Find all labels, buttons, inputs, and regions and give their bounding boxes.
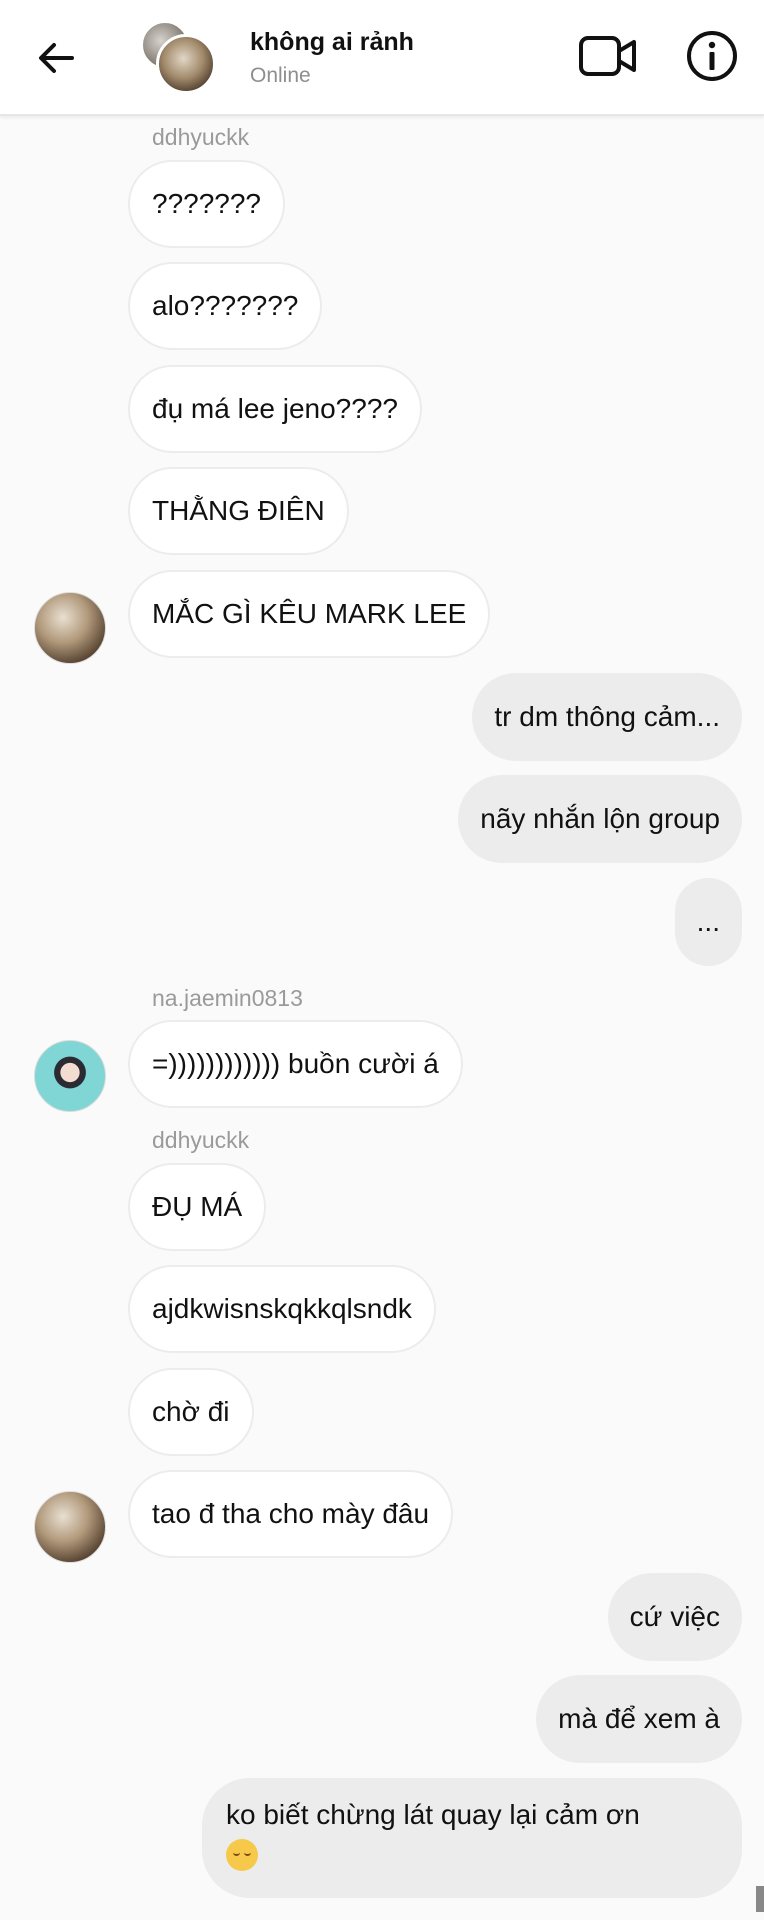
incoming-message[interactable]: THẰNG ĐIÊN — [128, 467, 349, 555]
chat-header: không ai rảnh Online — [0, 0, 764, 116]
outgoing-message[interactable]: ... — [674, 878, 742, 966]
outgoing-message[interactable]: mà để xem à — [536, 1675, 742, 1763]
incoming-message[interactable]: tao đ tha cho mày đâu — [128, 1470, 454, 1558]
incoming-message[interactable]: ??????? — [128, 160, 286, 248]
outgoing-message[interactable]: nãy nhắn lộn group — [458, 775, 742, 863]
incoming-message[interactable]: ĐỤ MÁ — [128, 1163, 267, 1251]
info-button[interactable] — [682, 26, 742, 86]
sender-name: na.jaemin0813 — [152, 985, 303, 1011]
outgoing-message[interactable]: ko biết chừng lát quay lại cảm ơn — [202, 1778, 742, 1898]
incoming-message[interactable]: MẮC GÌ KÊU MARK LEE — [128, 570, 491, 658]
video-call-button[interactable] — [578, 28, 638, 84]
sender-avatar[interactable] — [34, 1491, 106, 1563]
sender-name: ddhyuckk — [152, 124, 250, 150]
outgoing-message[interactable]: cứ việc — [607, 1573, 742, 1661]
video-camera-icon — [579, 36, 636, 76]
online-status: Online — [250, 64, 311, 87]
sender-avatar[interactable] — [34, 592, 106, 664]
incoming-message[interactable]: alo??????? — [128, 262, 323, 350]
back-button[interactable] — [28, 32, 84, 84]
scrollbar[interactable] — [756, 1886, 764, 1912]
group-avatar-member — [156, 34, 216, 94]
group-avatar[interactable] — [140, 20, 216, 96]
outgoing-message[interactable]: tr dm thông cảm... — [472, 673, 742, 761]
incoming-message[interactable]: đụ má lee jeno???? — [128, 365, 422, 453]
info-icon — [687, 31, 737, 81]
relieved-face-emoji-icon — [226, 1838, 258, 1871]
message-text: ko biết chừng lát quay lại cảm ơn — [226, 1799, 640, 1830]
incoming-message[interactable]: =)))))))))))) buồn cười á — [128, 1020, 463, 1108]
incoming-message[interactable]: ajdkwisnskqkkqlsndk — [128, 1265, 436, 1353]
arrow-left-icon — [39, 43, 74, 73]
sender-avatar[interactable] — [34, 1040, 106, 1112]
sender-name: ddhyuckk — [152, 1127, 250, 1153]
chat-title[interactable]: không ai rảnh — [250, 28, 414, 57]
incoming-message[interactable]: chờ đi — [128, 1368, 254, 1456]
